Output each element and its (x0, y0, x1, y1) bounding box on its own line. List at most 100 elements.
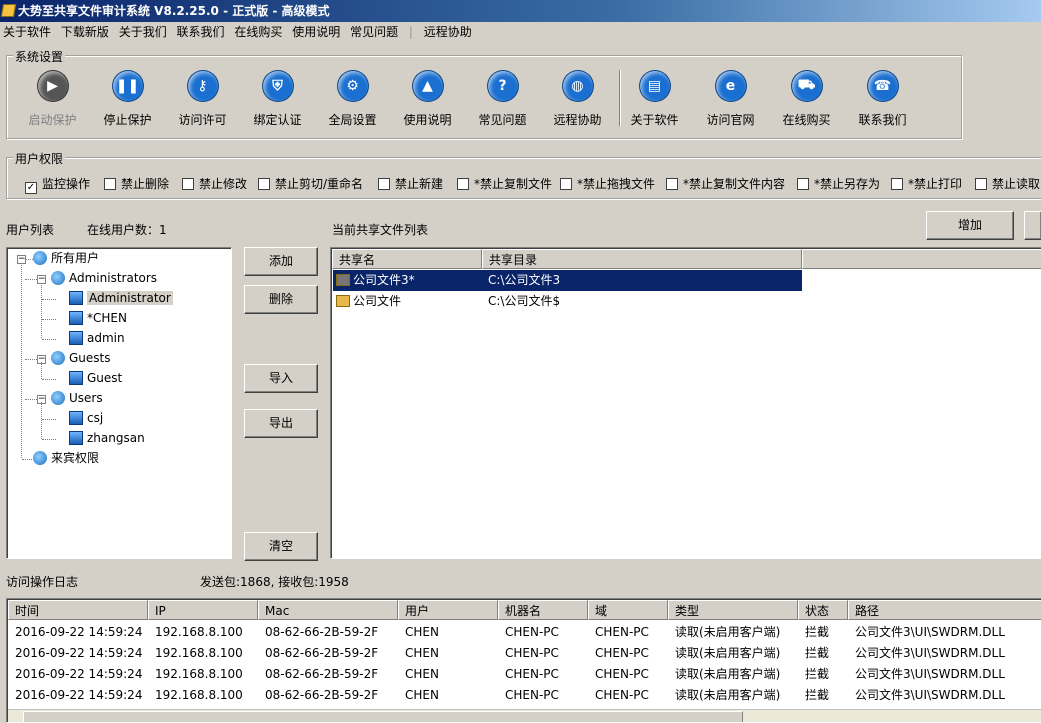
toolbar-button[interactable]: ▲ 使用说明 (390, 70, 465, 130)
menu-item-faq[interactable]: 常见问题 (347, 22, 401, 42)
menu-item-about-us[interactable]: 关于我们 (116, 22, 170, 42)
share-row[interactable]: 公司文件 C:\公司文件$ (333, 291, 802, 312)
export-button[interactable]: 导出 (244, 409, 318, 438)
toolbar-button[interactable]: ⛨ 绑定认证 (240, 70, 315, 130)
log-column-header[interactable]: IP (148, 600, 258, 620)
expand-toggle[interactable]: − (37, 275, 46, 284)
log-row[interactable]: 2016-09-22 14:59:24 192.168.8.100 08-62-66… (8, 685, 1041, 706)
toolbar-button[interactable]: ⛟ 在线购买 (769, 70, 844, 130)
menu-item-buy[interactable]: 在线购买 (231, 22, 285, 42)
log-cell: CHEN-PC (505, 646, 559, 660)
checkbox-box[interactable] (891, 178, 903, 190)
checkbox-box[interactable] (258, 178, 270, 190)
toolbar-button[interactable]: e 访问官网 (693, 70, 768, 130)
tree-node-label: Guest (87, 371, 123, 385)
log-column-header[interactable]: Mac (258, 600, 398, 620)
log-column-header[interactable]: 域 (588, 600, 668, 620)
tree-node-all-users[interactable]: 所有用户 (33, 248, 99, 268)
tree-node-guest[interactable]: Guest (69, 368, 122, 388)
tree-node-zhangsan[interactable]: zhangsan (69, 428, 145, 448)
tree-node-administrator[interactable]: Administrator (69, 288, 173, 308)
log-row[interactable]: 2016-09-22 14:59:24 192.168.8.100 08-62-66… (8, 664, 1041, 685)
delete-button[interactable]: 删除 (244, 285, 318, 314)
permission-checkbox[interactable]: *禁止复制文件 (457, 175, 552, 192)
share-name-cell: 公司文件 (336, 291, 401, 312)
checkbox-box[interactable] (457, 178, 469, 190)
log-row[interactable]: 2016-09-22 14:59:24 192.168.8.100 08-62-66… (8, 622, 1041, 643)
permission-label: 禁止读取 (992, 177, 1041, 191)
permission-checkbox[interactable]: 禁止修改 (182, 175, 247, 192)
access-log-table[interactable]: 时间 IP Mac 用户 机器名域类型 状态 路径 2016-09-22 14:59:24 1… (6, 598, 1041, 723)
checkbox-box[interactable] (378, 178, 390, 190)
toolbar-button[interactable]: ⚙ 全局设置 (315, 70, 390, 130)
menu-item-about-software[interactable]: 关于软件 (0, 22, 54, 42)
next-button[interactable] (1024, 211, 1041, 240)
tree-node-csj[interactable]: csj (69, 408, 103, 428)
tree-node-admin[interactable]: admin (69, 328, 125, 348)
log-column-header[interactable]: 用户 (398, 600, 498, 620)
tree-node-label: csj (87, 411, 104, 425)
toolbar-button[interactable]: ▤ 关于软件 (617, 70, 692, 130)
checkbox-box[interactable] (975, 178, 987, 190)
tree-node-users[interactable]: Users (51, 388, 103, 408)
log-column-header[interactable]: 类型 (668, 600, 798, 620)
permission-checkbox[interactable]: *禁止打印 (891, 175, 962, 192)
share-row[interactable]: 公司文件3* C:\公司文件3 (332, 269, 803, 292)
toolbar-button-label: 联系我们 (858, 113, 907, 127)
menu-item-contact[interactable]: 联系我们 (174, 22, 228, 42)
toolbar-button[interactable]: ⚷ 访问许可 (165, 70, 240, 130)
checkmark-icon[interactable]: ✓ (25, 182, 37, 194)
tree-node-guests[interactable]: Guests (51, 348, 111, 368)
user-icon (69, 331, 83, 345)
log-cell: 08-62-66-2B-59-2F (265, 667, 379, 681)
document-icon: ▤ (638, 70, 671, 102)
horizontal-scrollbar[interactable] (8, 709, 1041, 722)
toolbar-button[interactable]: ◍ 远程协助 (540, 70, 615, 130)
log-row[interactable]: 2016-09-22 14:59:24 192.168.8.100 08-62-66… (8, 643, 1041, 664)
menu-item-remote[interactable]: 远程协助 (421, 22, 475, 42)
permission-label: *禁止拖拽文件 (577, 177, 656, 191)
tree-guide (42, 439, 56, 440)
checkbox-box[interactable] (797, 178, 809, 190)
toolbar-button-label: 在线购买 (782, 113, 831, 127)
permission-checkbox[interactable]: *禁止拖拽文件 (560, 175, 655, 192)
toolbar-button[interactable]: ☎ 联系我们 (845, 70, 920, 130)
checkbox-box[interactable] (104, 178, 116, 190)
start-protection-button[interactable]: ▶ 启动保护 (15, 70, 90, 130)
user-tree[interactable]: − 所有用户 − Administrators Administrator *C… (6, 247, 232, 559)
permission-label: 禁止修改 (199, 177, 248, 191)
checkbox-box[interactable] (560, 178, 572, 190)
log-column-header[interactable]: 时间 (8, 600, 148, 620)
question-icon: ? (486, 70, 519, 102)
log-cell: 读取(未启用客户端) (675, 646, 781, 660)
menu-item-download[interactable]: 下载新版 (58, 22, 112, 42)
log-column-header[interactable]: 机器名 (498, 600, 588, 620)
permission-checkbox[interactable]: 禁止剪切/重命名 (258, 175, 363, 192)
tree-node-chen[interactable]: *CHEN (69, 308, 127, 328)
checkbox-box[interactable] (666, 178, 678, 190)
group-icon (51, 351, 65, 365)
tree-node-administrators[interactable]: Administrators (51, 268, 157, 288)
add-share-button[interactable]: 增加 (926, 211, 1014, 240)
menu-item-manual[interactable]: 使用说明 (289, 22, 343, 42)
scrollbar-thumb[interactable] (23, 711, 743, 722)
column-header-share-name[interactable]: 共享名 (332, 249, 482, 269)
column-header-share-dir[interactable]: 共享目录 (482, 249, 802, 269)
log-column-header[interactable]: 路径 (848, 600, 1041, 620)
expand-toggle[interactable]: − (17, 255, 26, 264)
permission-checkbox[interactable]: 禁止读取 (975, 175, 1040, 192)
tree-node-guest-permissions[interactable]: 来宾权限 (33, 448, 99, 468)
permission-checkbox[interactable]: 禁止删除 (104, 175, 169, 192)
permission-checkbox[interactable]: ✓ 监控操作 (25, 175, 90, 194)
checkbox-box[interactable] (182, 178, 194, 190)
toolbar-button[interactable]: ? 常见问题 (465, 70, 540, 130)
clear-button[interactable]: 清空 (244, 532, 318, 561)
shared-files-list[interactable]: 共享名 共享目录 公司文件3* C:\公司文件3 公司文件 C:\公司文件$ (330, 247, 1041, 559)
permission-checkbox[interactable]: *禁止复制文件内容 (666, 175, 785, 192)
import-button[interactable]: 导入 (244, 364, 318, 393)
log-column-header[interactable]: 状态 (798, 600, 848, 620)
permission-checkbox[interactable]: 禁止新建 (378, 175, 443, 192)
toolbar-button[interactable]: ❚❚ 停止保护 (90, 70, 165, 130)
add-button[interactable]: 添加 (244, 247, 318, 276)
permission-checkbox[interactable]: *禁止另存为 (797, 175, 880, 192)
